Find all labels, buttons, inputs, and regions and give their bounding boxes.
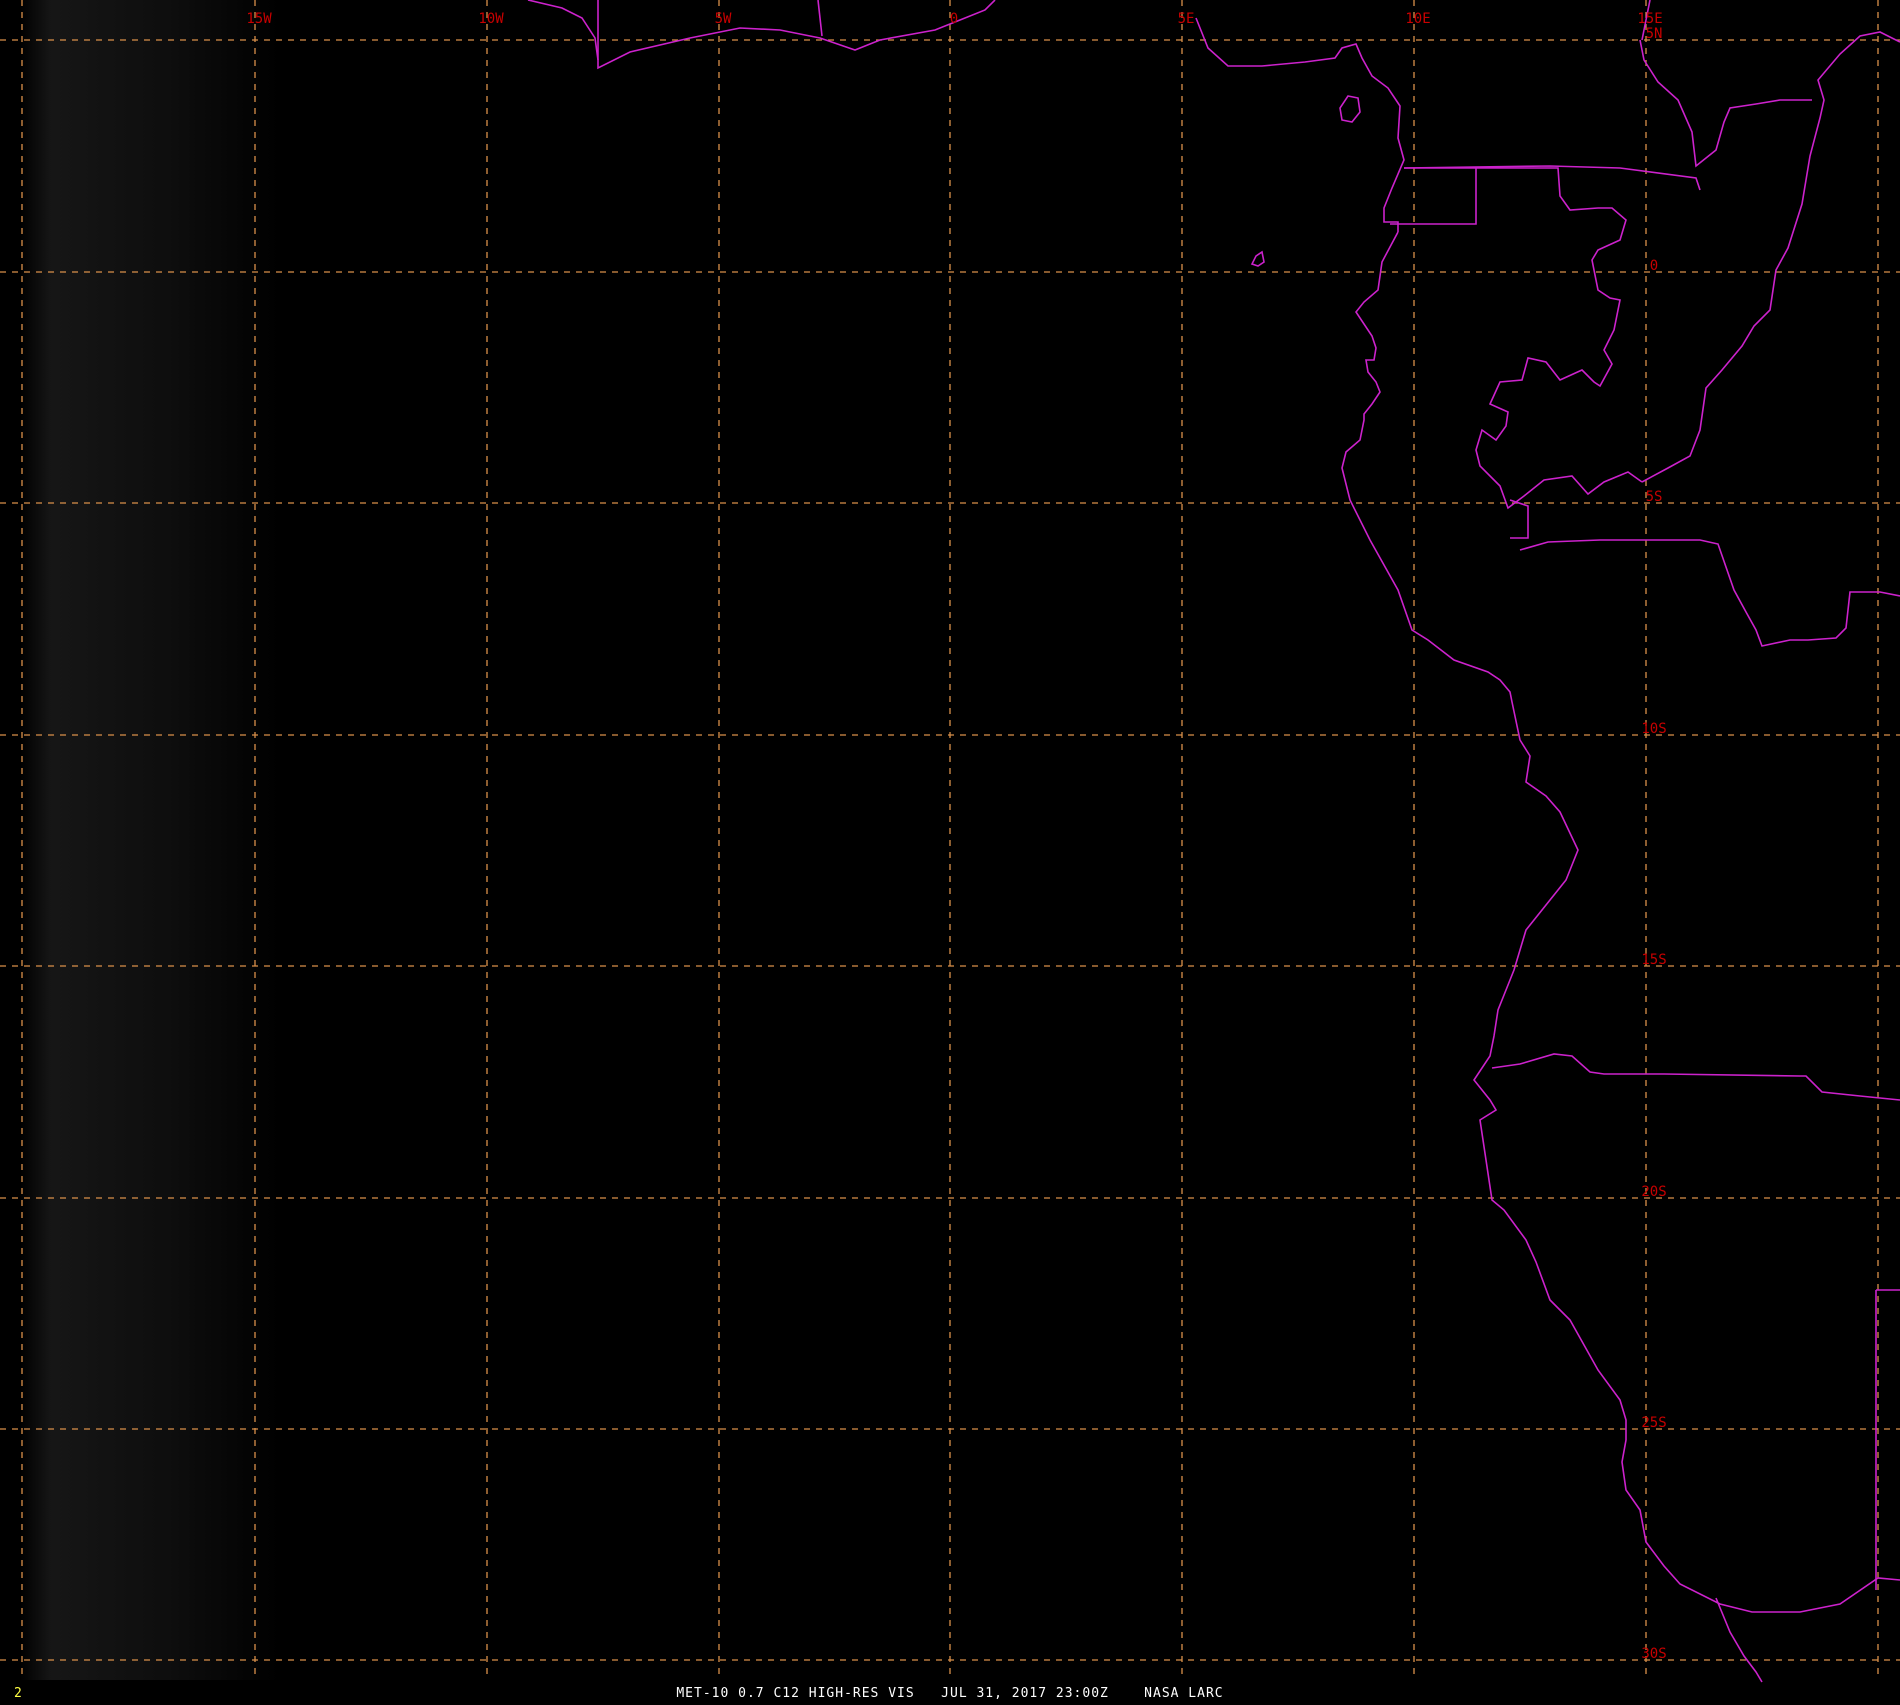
latitude-label: 0 — [1650, 258, 1658, 274]
satellite-map: 15W 10W 5W 0 5E 10E 15E 5N 0 5S 10S 15S 20S 25S 30S 2… — [0, 0, 1900, 1701]
longitude-label: 15W — [246, 11, 272, 27]
latitude-label: 25S — [1641, 1415, 1666, 1431]
longitude-label: 10W — [478, 11, 504, 27]
frame-number: 2 — [14, 1686, 22, 1700]
image-caption: MET-10 0.7 C12 HIGH-RES VIS JUL 31, 2017… — [676, 1686, 1223, 1700]
longitude-label: 5E — [1178, 11, 1195, 27]
longitude-label: 0 — [950, 11, 958, 27]
latitude-label: 5S — [1646, 489, 1663, 505]
longitude-label: 15E — [1637, 11, 1662, 27]
latitude-label: 5N — [1646, 26, 1663, 42]
latitude-label: 20S — [1641, 1184, 1666, 1200]
latitude-label: 10S — [1641, 721, 1666, 737]
earth-limb-shading — [20, 0, 280, 1680]
map-canvas: 15W 10W 5W 0 5E 10E 15E 5N 0 5S 10S 15S 20S 25S 30S 2… — [0, 0, 1900, 1701]
longitude-label: 5W — [715, 11, 732, 27]
longitude-label: 10E — [1405, 11, 1430, 27]
latitude-label: 15S — [1641, 952, 1666, 968]
latitude-label: 30S — [1641, 1646, 1666, 1662]
